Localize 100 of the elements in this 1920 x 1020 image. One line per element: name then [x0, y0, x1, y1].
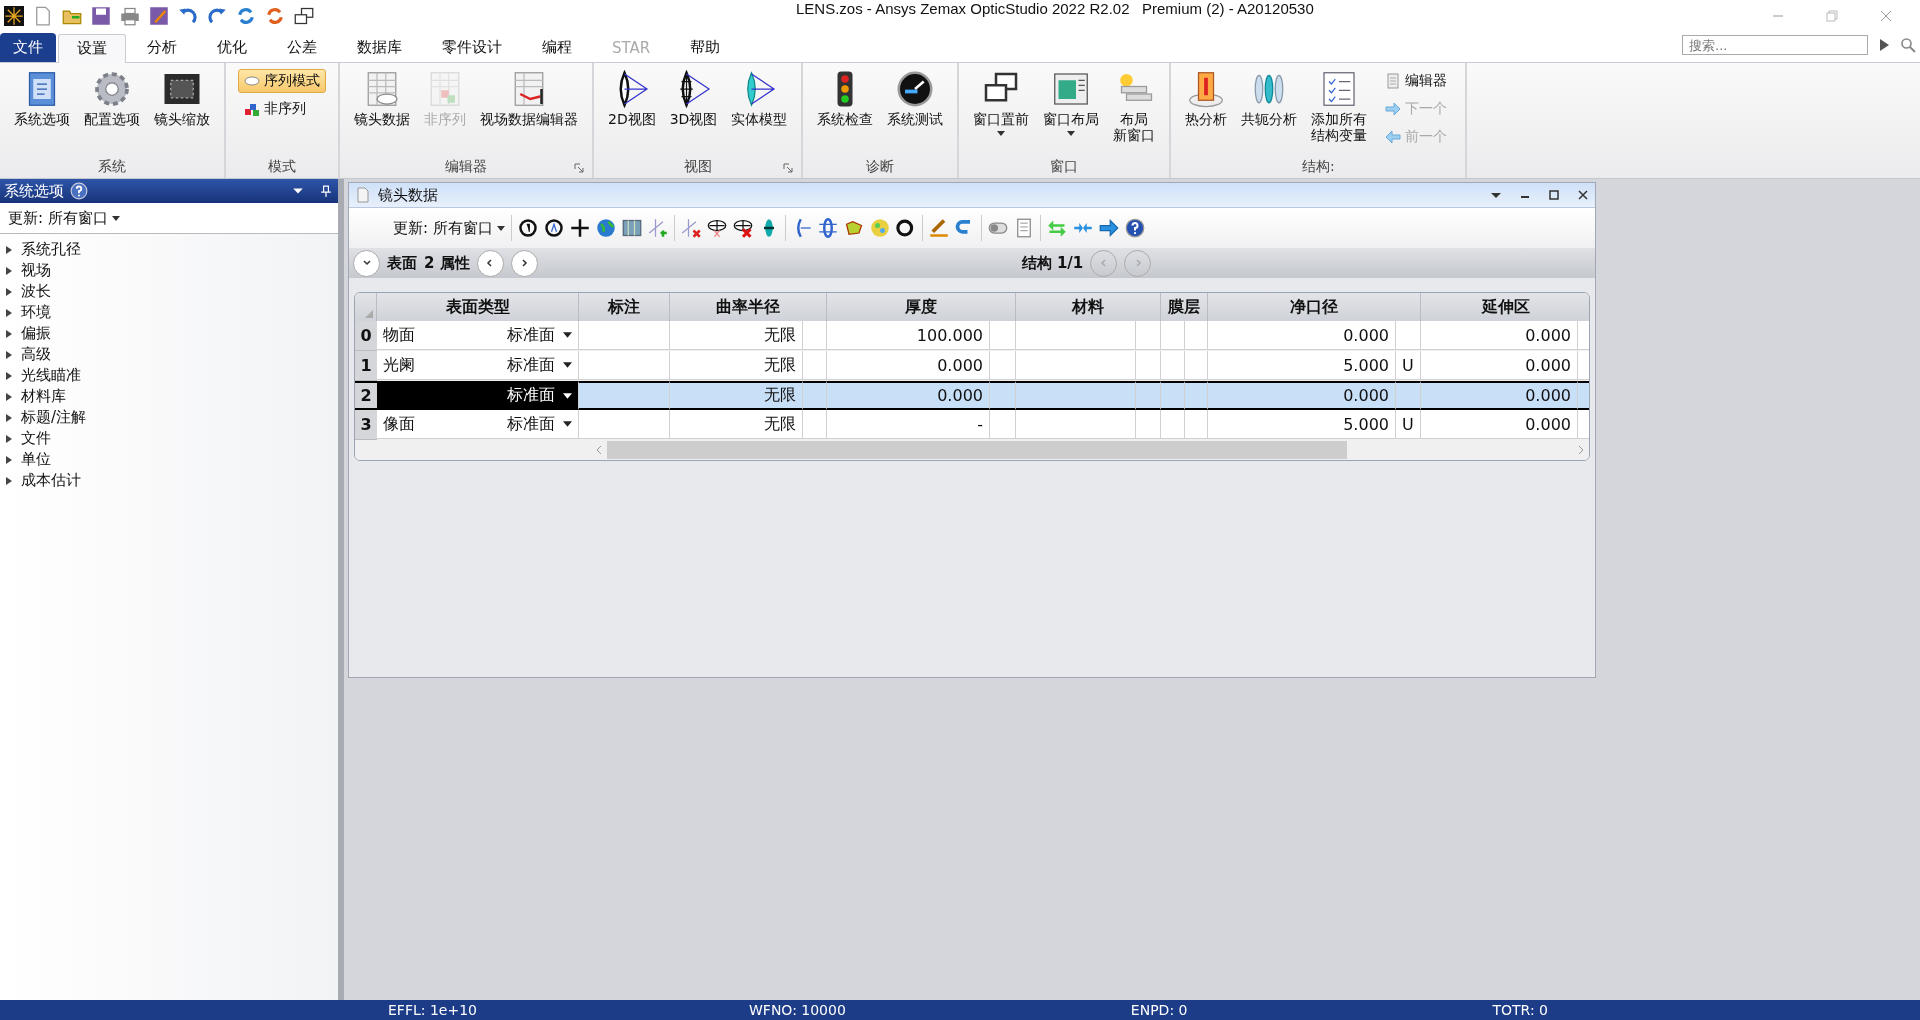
refresh-icon[interactable] [517, 218, 538, 238]
ribbon-button[interactable]: 配置选项 [78, 67, 146, 156]
mesh-ball-icon[interactable] [732, 218, 753, 238]
line-cross-icon[interactable] [680, 218, 701, 238]
new-document-icon[interactable] [33, 6, 53, 26]
globe-icon[interactable] [595, 218, 616, 238]
help-icon[interactable] [1124, 218, 1145, 238]
collapse-button[interactable] [353, 249, 380, 277]
tree-item[interactable]: 视场 [0, 260, 338, 281]
dropdown-icon[interactable] [563, 332, 572, 338]
save-as-icon[interactable] [149, 6, 169, 26]
column-header[interactable]: 表面类型 [377, 293, 579, 321]
ribbon-tab[interactable]: 编程 [523, 33, 591, 62]
tree-item[interactable]: 系统孔径 [0, 239, 338, 260]
ribbon-button[interactable]: 序列模式 [238, 69, 326, 93]
ribbon-tab[interactable]: 文件 [0, 33, 56, 62]
scrollbar-thumb[interactable] [607, 441, 1347, 459]
expand-arrow-icon[interactable] [5, 412, 13, 423]
tree-item[interactable]: 成本估计 [0, 470, 338, 491]
tree-item[interactable]: 环境 [0, 302, 338, 323]
ribbon-tab[interactable]: 零件设计 [423, 33, 521, 62]
tree-item[interactable]: 材料库 [0, 386, 338, 407]
tree-item[interactable]: 高级 [0, 344, 338, 365]
ribbon-tab[interactable]: 公差 [268, 33, 336, 62]
map-icon[interactable] [843, 218, 864, 238]
dropdown-icon[interactable] [563, 362, 572, 368]
undo-icon[interactable] [178, 6, 198, 26]
ribbon-button[interactable]: 3D视图 [663, 67, 724, 156]
dialog-launcher-icon[interactable] [574, 163, 584, 173]
tree-item[interactable]: 单位 [0, 449, 338, 470]
ribbon-tab[interactable]: 设置 [58, 34, 126, 63]
column-header[interactable]: 膜层 [1161, 293, 1208, 321]
ribbon-button[interactable]: 非序列 [238, 97, 326, 121]
ribbon-button[interactable]: 窗口布局 [1037, 67, 1106, 156]
column-header[interactable]: 标注 [579, 293, 670, 321]
tree-item[interactable]: 波长 [0, 281, 338, 302]
update-dropdown[interactable]: 更新: 所有窗口 [0, 203, 338, 234]
dropdown-icon[interactable] [563, 392, 572, 399]
save-icon[interactable] [91, 6, 111, 26]
refresh-icon[interactable] [543, 218, 564, 238]
row-number[interactable]: 2 [355, 381, 377, 410]
expand-arrow-icon[interactable] [5, 475, 13, 486]
row-number[interactable]: 0 [355, 321, 377, 351]
dialog-launcher-icon[interactable] [783, 163, 794, 173]
maximize-icon[interactable] [1548, 189, 1560, 201]
tree-item[interactable]: 偏振 [0, 323, 338, 344]
ribbon-button[interactable]: 系统测试 [881, 67, 950, 156]
ribbon-button[interactable]: 镜头数据 [348, 67, 416, 156]
ribbon-button[interactable]: 系统选项 [8, 67, 76, 156]
ring-icon[interactable] [895, 218, 916, 238]
pin-icon[interactable] [320, 185, 332, 197]
arrow-right-icon[interactable] [1098, 218, 1119, 238]
ribbon-button[interactable]: 2D视图 [602, 67, 662, 156]
expand-arrow-icon[interactable] [5, 265, 13, 276]
horizontal-scrollbar[interactable] [355, 440, 1589, 460]
search-icon[interactable] [1900, 37, 1916, 53]
expand-arrow-icon[interactable] [5, 370, 13, 381]
ribbon-button[interactable]: 窗口置前 [967, 67, 1036, 156]
ribbon-tab[interactable]: 数据库 [338, 33, 421, 62]
ribbon-button[interactable]: 共轭分析 [1235, 67, 1304, 156]
expand-arrow-icon[interactable] [5, 244, 13, 255]
ribbon-tab[interactable]: 优化 [198, 33, 266, 62]
expand-arrow-icon[interactable] [5, 286, 13, 297]
expand-arrow-icon[interactable] [5, 391, 13, 402]
close-icon[interactable] [1577, 189, 1589, 201]
help-icon[interactable] [70, 182, 88, 200]
row-number[interactable]: 3 [355, 410, 377, 440]
expand-arrow-icon[interactable] [5, 349, 13, 360]
column-header[interactable]: 曲率半径 [670, 293, 827, 321]
tree-item[interactable]: 标题/注解 [0, 407, 338, 428]
column-header[interactable]: 厚度 [827, 293, 1016, 321]
column-header[interactable]: 材料 [1016, 293, 1161, 321]
ribbon-button[interactable]: 布局 新窗口 [1107, 67, 1162, 156]
search-field[interactable]: 搜索... [1682, 35, 1868, 55]
print-icon[interactable] [120, 6, 140, 26]
redo-icon[interactable] [207, 6, 227, 26]
ribbon-button[interactable]: 系统检查 [811, 67, 880, 156]
update-dropdown[interactable]: 更新: 所有窗口 [393, 218, 505, 238]
tree-item[interactable]: 文件 [0, 428, 338, 449]
expand-arrow-icon[interactable] [5, 328, 13, 339]
ribbon-button[interactable]: 添加所有 结构变量 [1305, 67, 1374, 156]
crosshair-icon[interactable] [569, 218, 590, 238]
ribbon-tab[interactable]: 分析 [128, 33, 196, 62]
line-plus-icon[interactable] [647, 218, 668, 238]
row-number[interactable]: 1 [355, 351, 377, 381]
ribbon-tab[interactable]: 帮助 [671, 33, 740, 62]
ribbon-button[interactable]: 实体模型 [725, 67, 794, 156]
brush-icon[interactable] [928, 218, 949, 238]
ribbon-button[interactable]: 热分析 [1179, 67, 1234, 156]
mesh-ball-icon[interactable] [706, 218, 727, 238]
table-cell[interactable]: 物面 标准面 [377, 321, 579, 350]
expand-arrow-icon[interactable] [5, 454, 13, 465]
table-cell[interactable]: 像面 标准面 [377, 410, 579, 439]
windows-icon[interactable] [294, 6, 314, 26]
expand-arrow-icon[interactable] [5, 307, 13, 318]
ribbon-button[interactable]: 镜头缩放 [148, 67, 216, 156]
map-icon[interactable] [621, 218, 642, 238]
ribbon-button[interactable]: 视场数据编辑器 [474, 67, 584, 156]
dropdown-icon[interactable] [563, 421, 572, 427]
tree-item[interactable]: 光线瞄准 [0, 365, 338, 386]
